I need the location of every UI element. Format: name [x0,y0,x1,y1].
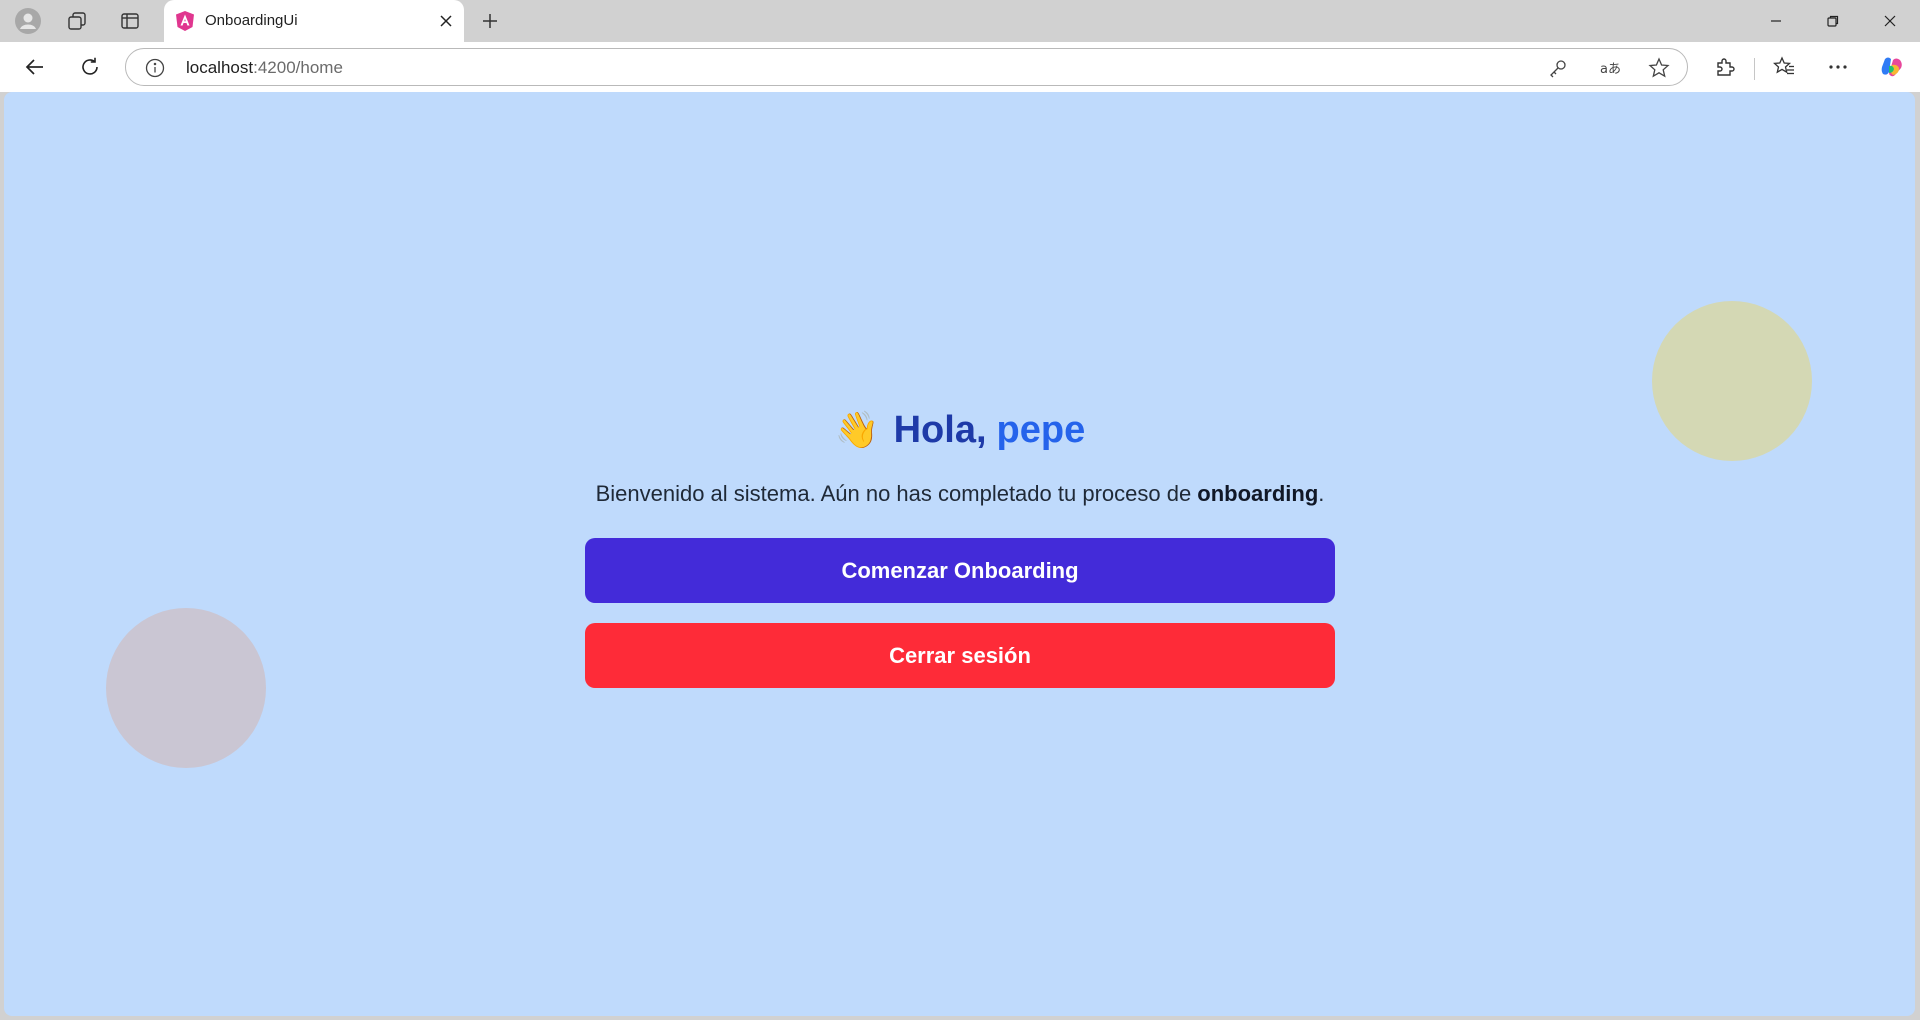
page-viewport: 👋 Hola, pepe Bienvenido al sistema. Aún … [4,92,1915,1016]
toolbar-divider [1754,58,1755,80]
svg-text:aあ: aあ [1600,62,1621,77]
welcome-end: . [1318,481,1325,506]
restore-icon[interactable] [1805,0,1861,42]
more-icon[interactable] [1822,51,1854,83]
minimize-icon[interactable] [1748,0,1804,42]
decorative-circle-pink [106,608,266,768]
home-card: 👋 Hola, pepe Bienvenido al sistema. Aún … [585,402,1335,688]
reload-icon[interactable] [70,49,110,85]
start-onboarding-button[interactable]: Comenzar Onboarding [585,538,1335,603]
active-tab[interactable]: OnboardingUi [164,0,464,42]
greeting-prefix: Hola, [893,408,987,451]
user-name: pepe [996,408,1086,451]
tab-title: OnboardingUi [205,12,298,29]
workspaces-icon[interactable] [57,5,97,37]
translate-icon[interactable]: aあ [1596,56,1628,80]
logout-button[interactable]: Cerrar sesión [585,623,1335,688]
back-arrow-icon[interactable] [15,49,55,85]
new-tab-button[interactable] [470,5,510,37]
welcome-message: Bienvenido al sistema. Aún no has comple… [585,477,1335,511]
close-window-icon[interactable] [1862,0,1918,42]
star-icon[interactable] [1647,56,1671,80]
url-text[interactable]: localhost:4200/home [186,58,343,78]
url-host: localhost [186,58,254,77]
favorites-icon[interactable] [1768,51,1800,83]
tab-strip: OnboardingUi [0,0,1920,42]
decorative-circle-yellow [1652,301,1812,461]
close-tab-icon[interactable] [430,5,462,37]
profile-icon[interactable] [8,5,48,37]
vertical-tabs-icon[interactable] [110,5,150,37]
welcome-highlight: onboarding [1197,481,1319,506]
browser-toolbar: localhost:4200/home aあ [0,42,1920,92]
info-icon[interactable] [144,57,166,79]
greeting-heading: 👋 Hola, pepe [585,402,1335,458]
waving-hand-icon: 👋 [834,409,880,450]
puzzle-icon[interactable] [1709,51,1741,83]
welcome-text: Bienvenido al sistema. Aún no has comple… [595,481,1198,506]
copilot-icon[interactable] [1876,51,1908,83]
angular-logo-icon [174,10,196,32]
url-path: :4200/home [253,58,343,77]
key-icon[interactable] [1546,56,1570,80]
address-bar[interactable]: localhost:4200/home aあ [125,48,1688,86]
